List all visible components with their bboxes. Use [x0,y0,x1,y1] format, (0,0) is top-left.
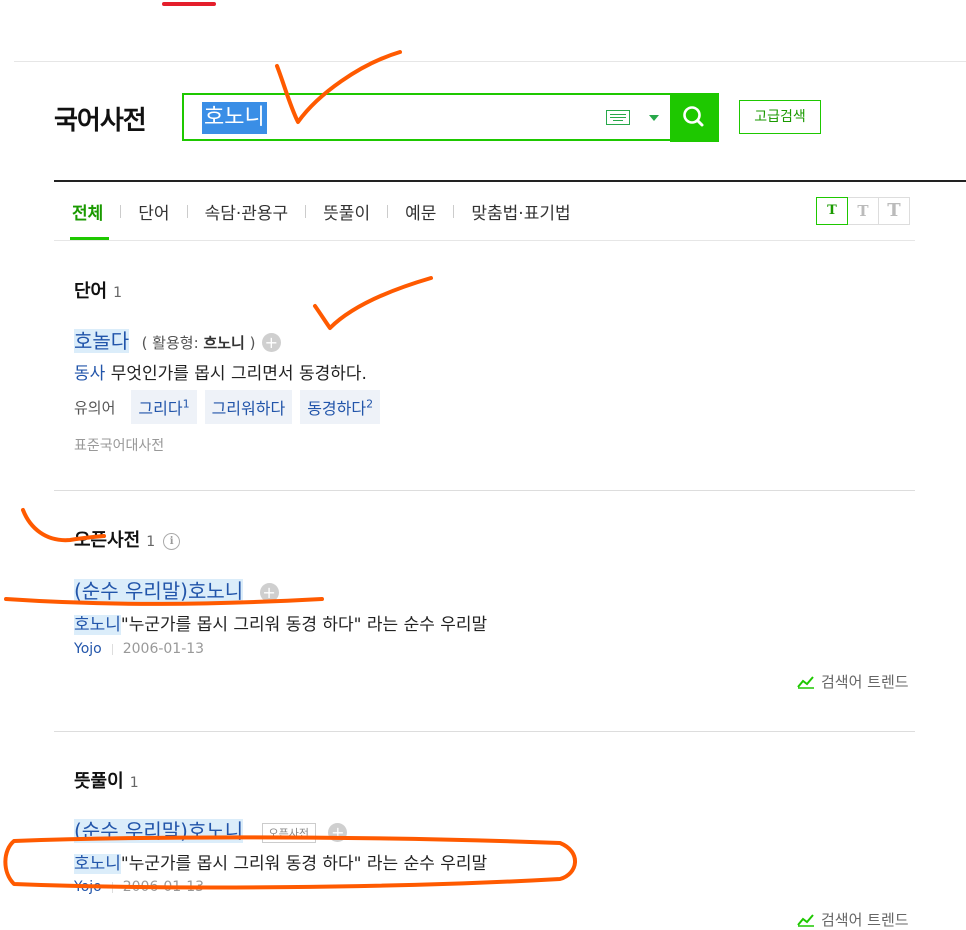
font-size-large-button[interactable]: T [878,197,910,225]
dictionary-logo[interactable]: 국어사전 [54,100,147,137]
section-title-text: 단어 [74,281,108,302]
tabs-divider [54,240,915,241]
tab-meanings[interactable]: 뜻풀이 [323,199,370,224]
add-to-wordbook-icon[interactable]: + [259,583,279,602]
definition-keyword[interactable]: 호노니 [74,615,121,635]
section-divider [54,490,915,491]
advanced-search-button[interactable]: 고급검색 [739,100,821,134]
info-icon[interactable]: i [163,532,181,550]
headword-prefix: (순수 우리말) [74,819,188,843]
open-entry-header: (순수 우리말)호노니 + [74,575,279,604]
definition-keyword[interactable]: 호노니 [74,854,121,874]
trend-chart-icon [797,675,814,689]
tab-idioms[interactable]: 속담·관용구 [205,199,289,224]
meaning-entry-header: (순수 우리말)호노니 오픈사전 + [74,815,348,844]
definition-text: "누군가를 몹시 그리워 동경 하다" 라는 순수 우리말 [120,615,488,635]
open-definition: 호노니"누군가를 몹시 그리워 동경 하다" 라는 순수 우리말 [74,610,487,635]
keyboard-icon[interactable] [606,110,630,125]
tab-divider [305,205,307,218]
tab-spelling[interactable]: 맞춤법·표기법 [471,199,570,224]
section-title-text: 뜻풀이 [74,771,124,792]
conjugation-word: 흐노니 [203,334,245,352]
tab-words[interactable]: 단어 [138,199,169,224]
search-trend-link[interactable]: 검색어 트렌드 [797,671,909,692]
headword-prefix: (순수 우리말) [74,579,188,603]
author-link[interactable]: Yojo [74,879,102,895]
entry-date: 2006-01-13 [122,879,205,895]
synonym-word: 그리다 [138,399,183,418]
part-of-speech[interactable]: 동사 [74,364,105,384]
content-top-divider [54,180,966,182]
section-title-open: 오픈사전 1 i [74,526,181,552]
header-divider [14,61,966,62]
meaning-entry-meta: Yojo 2006-01-13 [74,879,204,895]
tab-examples[interactable]: 예문 [405,199,436,224]
headword-link[interactable]: 호놀다 [74,329,130,353]
source-dictionary[interactable]: 표준국어대사전 [74,435,164,455]
headword-text: 호노니 [187,579,244,603]
section-title-text: 오픈사전 [74,530,141,551]
section-title-meaning: 뜻풀이 1 [74,767,139,793]
trend-label: 검색어 트렌드 [821,673,909,691]
search-icon [683,106,704,127]
homonym-number: 2 [366,397,374,411]
font-size-controls: T T T [816,197,910,225]
synonym-label: 유의어 [74,398,116,417]
author-link[interactable]: Yojo [74,641,102,657]
font-size-medium-button[interactable]: T [847,197,879,225]
conjugation-close: ) [244,334,256,352]
search-trend-link[interactable]: 검색어 트렌드 [797,909,909,930]
synonym-word: 그리워하다 [211,399,286,418]
tab-divider [453,205,455,218]
synonym-chip[interactable]: 그리다1 [131,390,197,424]
search-button[interactable] [670,93,719,142]
tab-divider [120,205,122,218]
section-count: 1 [146,534,156,550]
tab-all[interactable]: 전체 [72,199,103,224]
result-tabs: 전체 단어 속담·관용구 뜻풀이 예문 맞춤법·표기법 [72,199,571,224]
word-definition: 동사 무엇인가를 몹시 그리면서 동경하다. [74,359,367,384]
add-to-wordbook-icon[interactable]: + [328,823,348,842]
section-count: 1 [113,285,123,301]
definition-text: 무엇인가를 몹시 그리면서 동경하다. [110,364,367,384]
active-tab-indicator [162,2,216,6]
section-divider [54,731,915,732]
headword-link[interactable]: (순수 우리말)호노니 [74,819,244,843]
synonym-chip[interactable]: 동경하다2 [300,390,381,424]
tab-divider [186,205,188,218]
meta-divider [111,881,113,893]
trend-chart-icon [797,913,814,927]
homonym-number: 1 [182,397,190,411]
word-entry-header: 호놀다 ( 활용형: 흐노니 ) + [74,325,281,354]
section-count: 1 [129,775,139,791]
tab-divider [387,205,389,218]
source-badge: 오픈사전 [261,822,317,843]
synonym-chip[interactable]: 그리워하다 [204,390,293,424]
open-entry-meta: Yojo 2006-01-13 [74,641,204,657]
conjugation-open: ( 활용형: [141,334,204,352]
font-size-small-button[interactable]: T [816,197,848,225]
meta-divider [111,643,113,655]
chevron-down-icon[interactable] [649,115,659,121]
synonym-word: 동경하다 [307,399,367,418]
entry-date: 2006-01-13 [122,641,205,657]
trend-label: 검색어 트렌드 [821,911,909,929]
definition-text: "누군가를 몹시 그리워 동경 하다" 라는 순수 우리말 [120,854,488,874]
headword-text: 호노니 [187,819,244,843]
search-query-text[interactable]: 호노니 [202,102,267,134]
section-title-word: 단어 1 [74,277,122,303]
checkmark-annotation [313,276,433,330]
add-to-wordbook-icon[interactable]: + [261,333,281,352]
synonym-row: 유의어 그리다1 그리워하다 동경하다2 [74,390,388,424]
search-box[interactable]: 호노니 [182,93,717,141]
headword-link[interactable]: (순수 우리말)호노니 [74,579,244,603]
meaning-definition: 호노니"누군가를 몹시 그리워 동경 하다" 라는 순수 우리말 [74,849,487,874]
